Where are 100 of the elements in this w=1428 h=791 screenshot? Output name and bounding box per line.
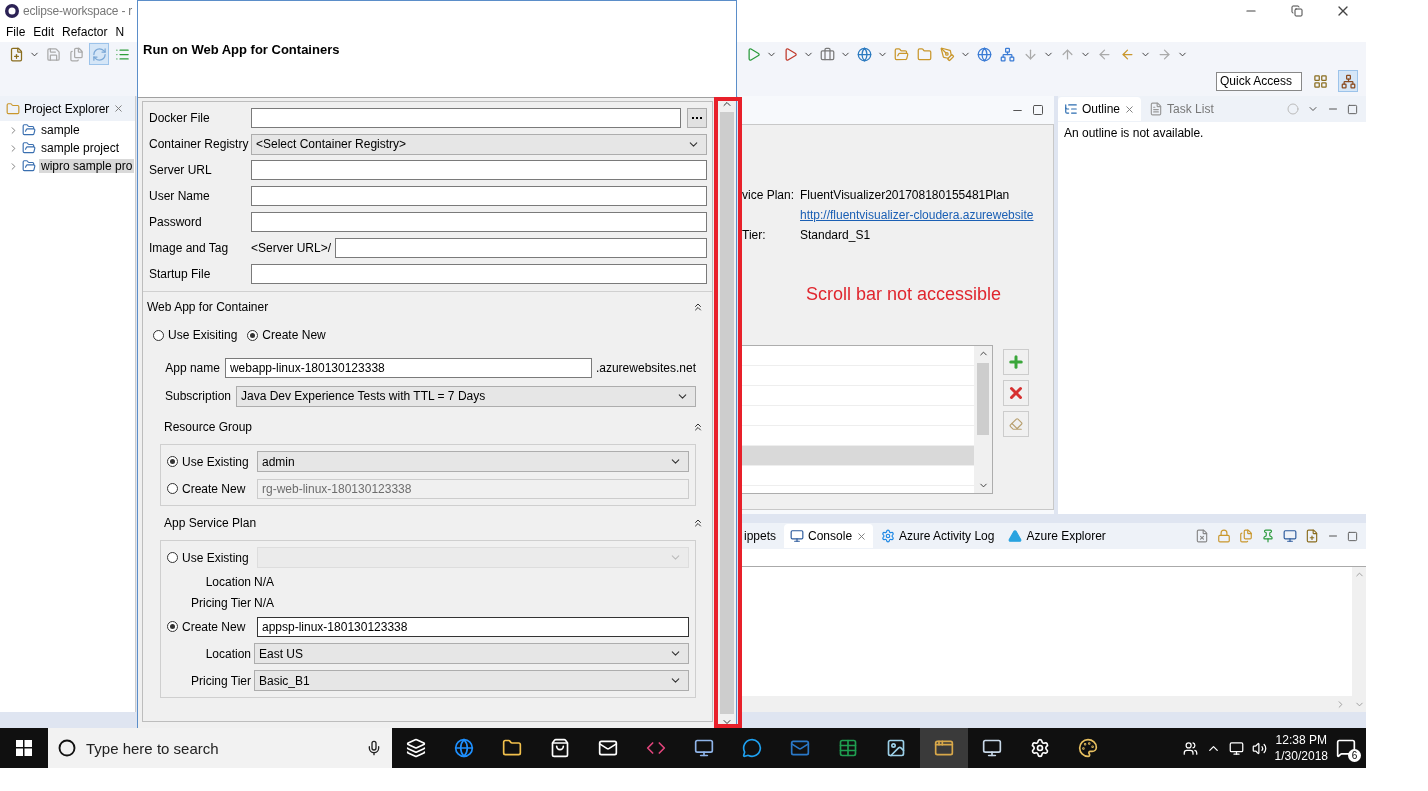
volume-icon[interactable] — [1251, 740, 1267, 756]
create-new-radio[interactable] — [167, 483, 178, 494]
collapse-icon[interactable] — [692, 421, 704, 433]
display-console-icon[interactable] — [1283, 529, 1297, 544]
browse-button[interactable] — [687, 108, 707, 128]
word-wrap-icon[interactable] — [1239, 529, 1253, 544]
view-tab[interactable]: ippets — [738, 524, 783, 549]
close-icon[interactable] — [113, 103, 125, 114]
add-button[interactable] — [1003, 349, 1029, 375]
registry-dropdown[interactable]: <Select Container Registry> — [251, 133, 707, 155]
field-label: App name — [164, 361, 221, 375]
grid-icon — [1312, 73, 1328, 89]
globe-icon — [976, 46, 992, 62]
setting-dropdown[interactable]: East US — [254, 643, 689, 664]
close-icon[interactable] — [856, 530, 868, 542]
people-icon[interactable] — [1182, 740, 1198, 756]
clear-button[interactable] — [1003, 411, 1029, 437]
input-field[interactable] — [251, 186, 707, 206]
view-tab[interactable]: Azure Activity Log — [875, 524, 1001, 549]
delete-button[interactable] — [1003, 380, 1029, 406]
close-icon[interactable] — [1124, 103, 1136, 115]
input-field[interactable] — [335, 238, 707, 258]
input-field[interactable] — [251, 264, 707, 284]
use-existing-radio[interactable] — [167, 552, 178, 563]
service-icon — [856, 46, 872, 62]
radio-label[interactable]: Use Exisiting — [168, 328, 238, 342]
store-icon — [550, 738, 570, 758]
gear-icon — [881, 529, 896, 544]
perspective-button[interactable] — [1338, 70, 1358, 92]
view-tab[interactable]: Outline — [1058, 97, 1142, 121]
menu-item[interactable]: Edit — [29, 25, 59, 39]
use-existing-radio[interactable] — [167, 456, 178, 467]
notification-icon[interactable] — [1336, 738, 1356, 758]
outline-icon — [1064, 102, 1078, 116]
microphone-icon[interactable] — [366, 740, 382, 756]
site-link[interactable]: http://fluentvisualizer-cloudera.azurewebsite — [800, 208, 1034, 222]
app-taskbar-button[interactable] — [920, 728, 968, 768]
view-tab[interactable]: Azure Explorer — [1002, 524, 1112, 549]
menu-item[interactable]: Refactor — [58, 25, 112, 39]
menu-item[interactable]: N — [111, 25, 129, 39]
paint-icon — [1078, 738, 1098, 758]
radio-label[interactable]: Create New — [262, 328, 326, 342]
previous-annotation-icon — [1059, 46, 1075, 62]
mail-icon — [598, 738, 618, 758]
scroll-lock-icon[interactable] — [1217, 529, 1231, 544]
clock[interactable]: 12:38 PM 1/30/2018 — [1274, 732, 1328, 764]
detail-value: Standard_S1 — [800, 228, 871, 242]
tree-item[interactable]: wipro sample pro — [39, 159, 135, 173]
detail-label: vice Plan: — [741, 188, 796, 202]
triangle-icon — [1008, 529, 1023, 544]
scrollbar[interactable] — [974, 346, 992, 493]
radio-label[interactable]: Create New — [182, 619, 246, 634]
field-label: Pricing Tier — [189, 595, 252, 610]
maximize-icon[interactable] — [1032, 104, 1044, 116]
delete-icon — [1007, 384, 1025, 402]
resource-group-field[interactable]: rg-web-linux-180130123338 — [257, 478, 689, 499]
radio-label[interactable]: Use Existing — [182, 454, 249, 469]
resource-group-dropdown[interactable]: admin — [257, 451, 689, 472]
radio-label[interactable]: Create New — [182, 481, 246, 496]
taskbar-search-field[interactable]: Type here to search — [48, 728, 392, 768]
project-icon — [22, 159, 36, 173]
browser-icon — [454, 738, 474, 758]
mode-radio[interactable] — [153, 329, 164, 341]
tree-item[interactable]: sample project — [39, 141, 122, 155]
subscription-dropdown[interactable]: Java Dev Experience Tests with TTL = 7 Days — [236, 385, 696, 407]
maximize-icon[interactable] — [1347, 103, 1358, 115]
field-label: Container Registry — [149, 137, 250, 151]
chat-icon — [742, 738, 762, 758]
pin-console-icon[interactable] — [1261, 529, 1275, 544]
view-tab[interactable]: Console — [784, 524, 874, 549]
tree-item[interactable]: sample — [39, 123, 82, 137]
field-value: N/A — [254, 574, 274, 589]
panel-title: Project Explorer — [24, 101, 110, 116]
mode-radio[interactable] — [247, 329, 259, 341]
window-title: eclipse-workspace - r — [23, 4, 133, 18]
field-label: Docker File — [149, 111, 211, 125]
collapse-icon[interactable] — [692, 301, 704, 313]
radio-label[interactable]: Use Existing — [182, 550, 249, 565]
create-new-radio[interactable] — [167, 621, 178, 632]
collapse-icon[interactable] — [692, 517, 704, 529]
docker-file-field[interactable] — [251, 108, 681, 128]
sync-icon — [91, 46, 107, 62]
maximize-icon[interactable] — [1347, 530, 1358, 542]
windows-logo-icon — [16, 740, 32, 756]
network-icon — [999, 46, 1015, 62]
input-field[interactable] — [251, 160, 707, 180]
mail-app-icon — [790, 738, 810, 758]
input-field[interactable] — [251, 212, 707, 232]
new-console-icon[interactable] — [1305, 529, 1319, 544]
setting-dropdown[interactable]: Basic_B1 — [254, 670, 689, 691]
next-annotation-icon — [1022, 46, 1038, 62]
menu-item[interactable]: File — [2, 25, 30, 39]
app-name-field[interactable]: webapp-linux-180130123338 — [224, 358, 592, 378]
network-icon[interactable] — [1228, 740, 1244, 756]
quick-access-field[interactable]: Quick Access — [1216, 71, 1302, 91]
open-folder-icon — [893, 46, 909, 62]
field-label: Password — [149, 215, 203, 229]
service-plan-field[interactable]: appsp-linux-180130123338 — [257, 616, 689, 637]
clear-console-icon[interactable] — [1195, 529, 1209, 544]
view-tab[interactable]: Task List — [1143, 97, 1220, 121]
